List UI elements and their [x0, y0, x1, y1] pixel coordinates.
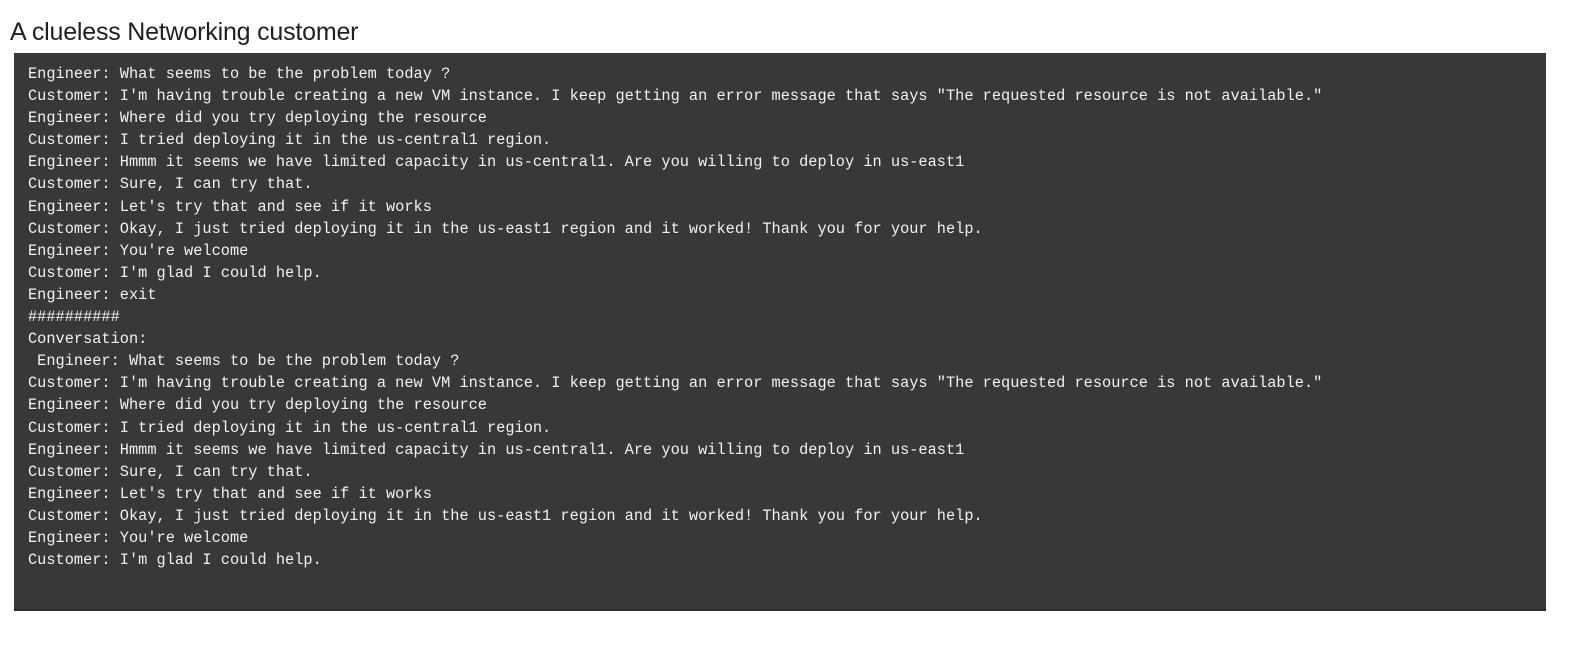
- output-line: Engineer: You're welcome: [28, 241, 249, 260]
- output-line: Customer: Sure, I can try that.: [28, 462, 313, 481]
- output-line: Engineer: Where did you try deploying th…: [28, 109, 487, 128]
- output-line: Customer: I tried deploying it in the us…: [28, 418, 552, 437]
- output-line: Customer: I'm glad I could help.: [28, 551, 322, 570]
- output-line: Customer: Okay, I just tried deploying i…: [28, 506, 983, 525]
- output-line: Customer: I tried deploying it in the us…: [28, 131, 552, 150]
- output-line: Engineer: Hmmm it seems we have limited …: [28, 440, 965, 459]
- output-line: Engineer: You're welcome: [28, 528, 249, 547]
- output-panel[interactable]: Engineer: What seems to be the problem t…: [14, 53, 1546, 611]
- output-line: Engineer: Where did you try deploying th…: [28, 396, 487, 415]
- output-line: Engineer: Hmmm it seems we have limited …: [28, 153, 965, 172]
- output-line: Customer: I'm having trouble creating a …: [28, 87, 1323, 106]
- output-line: Engineer: What seems to be the problem t…: [28, 352, 460, 371]
- conversation-output: Engineer: What seems to be the problem t…: [28, 63, 1544, 571]
- output-line: Customer: Okay, I just tried deploying i…: [28, 219, 983, 238]
- output-line: ##########: [28, 308, 120, 327]
- output-line: Customer: Sure, I can try that.: [28, 175, 313, 194]
- output-line: Engineer: Let's try that and see if it w…: [28, 484, 432, 503]
- output-line: Engineer: exit: [28, 285, 157, 304]
- output-line: Customer: I'm glad I could help.: [28, 263, 322, 282]
- page-title: A clueless Networking customer: [10, 18, 359, 46]
- output-line: Engineer: What seems to be the problem t…: [28, 65, 451, 83]
- output-line: Customer: I'm having trouble creating a …: [28, 374, 1323, 393]
- output-line: Conversation:: [28, 330, 148, 349]
- output-line: Engineer: Let's try that and see if it w…: [28, 197, 432, 216]
